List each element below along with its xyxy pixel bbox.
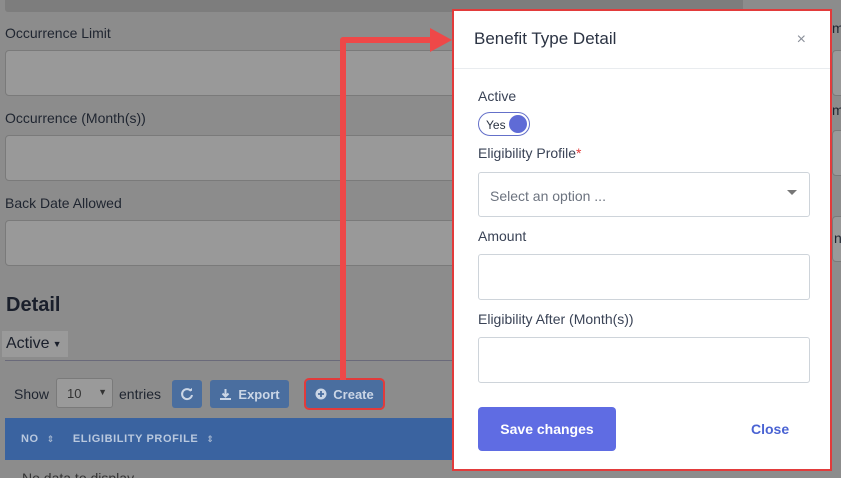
eligibility-profile-select[interactable]: Select an option ... — [478, 172, 810, 217]
active-label: Active — [478, 88, 517, 104]
modal-title: Benefit Type Detail — [474, 29, 617, 48]
eligibility-after-label: Eligibility After (Month(s)) — [478, 311, 634, 327]
toggle-knob — [509, 115, 527, 133]
eligibility-profile-label: Eligibility Profile* — [478, 145, 582, 161]
active-toggle[interactable]: Yes — [478, 112, 530, 136]
close-button[interactable]: Close — [751, 421, 789, 437]
modal-header: Benefit Type Detail × — [454, 11, 830, 69]
eligibility-after-input[interactable] — [478, 337, 810, 383]
eligibility-profile-placeholder: Select an option ... — [490, 188, 606, 204]
required-marker: * — [576, 145, 582, 161]
amount-input[interactable] — [478, 254, 810, 300]
active-toggle-label: Yes — [486, 118, 506, 132]
chevron-down-icon — [787, 190, 797, 195]
eligibility-profile-label-text: Eligibility Profile — [478, 145, 577, 161]
save-changes-button[interactable]: Save changes — [478, 407, 616, 451]
benefit-type-detail-modal: Benefit Type Detail × Active Yes Eligibi… — [452, 9, 832, 471]
close-icon[interactable]: × — [797, 31, 806, 49]
amount-label: Amount — [478, 228, 527, 244]
